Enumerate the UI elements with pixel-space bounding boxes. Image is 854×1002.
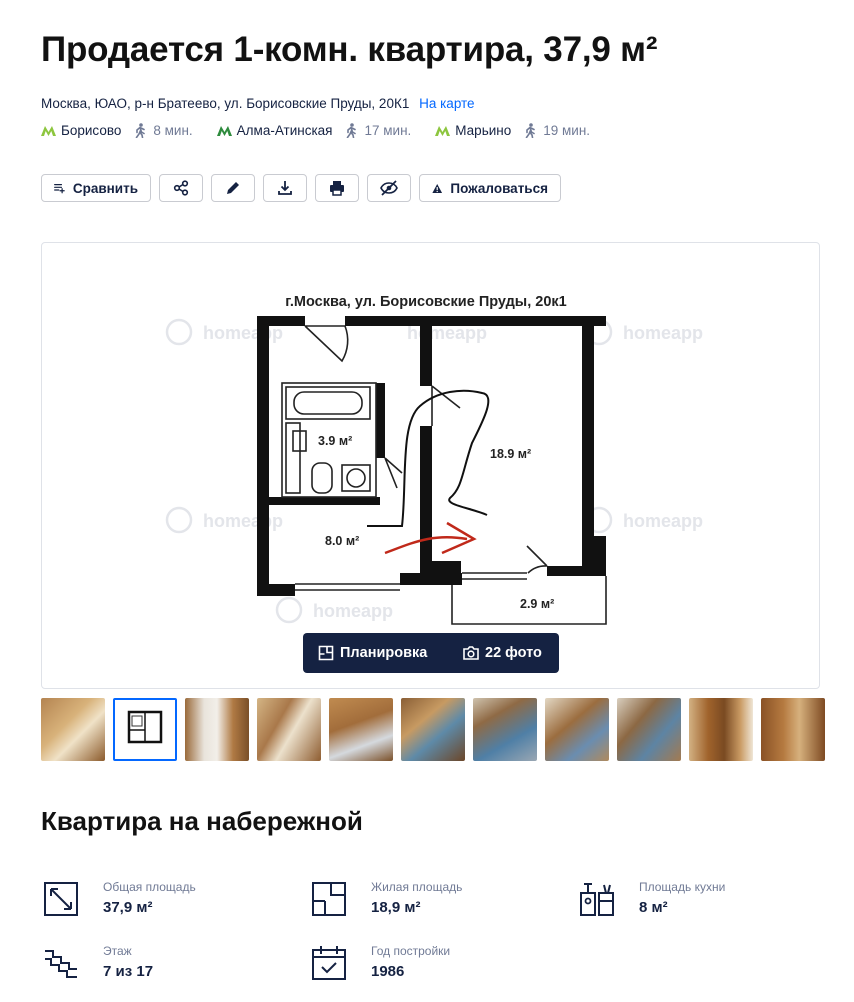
eye-off-icon bbox=[380, 180, 398, 196]
thumbnail[interactable] bbox=[257, 698, 321, 761]
edit-button[interactable] bbox=[211, 174, 255, 202]
fact-label: Общая площадь bbox=[103, 880, 196, 894]
compare-label: Сравнить bbox=[72, 180, 138, 196]
fact-kitchen-area: Площадь кухни 8 м² bbox=[579, 880, 725, 917]
room-label: 8.0 м² bbox=[325, 534, 359, 548]
thumbnail[interactable] bbox=[113, 698, 177, 761]
walk-icon bbox=[347, 123, 357, 138]
tab-plan[interactable]: Планировка bbox=[303, 633, 449, 673]
plan-icon bbox=[318, 645, 334, 661]
thumbnail[interactable] bbox=[761, 698, 825, 761]
fact-label: Жилая площадь bbox=[371, 880, 463, 894]
fact-value: 37,9 м² bbox=[103, 899, 153, 916]
fact-build-year: Год постройки 1986 bbox=[311, 944, 450, 981]
share-button[interactable] bbox=[159, 174, 203, 202]
address: Москва, ЮАО, р-н Братеево, ул. Борисовск… bbox=[41, 96, 475, 111]
map-link[interactable]: На карте bbox=[419, 96, 474, 111]
tab-photos-label: 22 фото bbox=[485, 645, 542, 661]
complain-label: Пожаловаться bbox=[450, 180, 548, 196]
metro-icon bbox=[41, 125, 56, 136]
gallery-tabs: Планировка 22 фото bbox=[303, 633, 559, 673]
action-toolbar: Сравнить Пожаловаться bbox=[41, 174, 569, 202]
download-button[interactable] bbox=[263, 174, 307, 202]
share-icon bbox=[173, 180, 189, 196]
fact-living-area: Жилая площадь 18,9 м² bbox=[311, 880, 462, 917]
watermark: homeapp bbox=[313, 601, 393, 621]
fact-floor: Этаж 7 из 17 bbox=[43, 944, 153, 981]
metro-station[interactable]: Алма-Атинская 17 мин. bbox=[216, 123, 412, 138]
page-title: Продается 1-комн. квартира, 37,9 м² bbox=[41, 30, 658, 69]
compare-button[interactable]: Сравнить bbox=[41, 174, 151, 202]
room-label: 3.9 м² bbox=[318, 434, 352, 448]
floor-plan-image: homeapp homeapp homeapp homeapp homeapp … bbox=[165, 294, 703, 625]
fact-value: 1986 bbox=[371, 963, 405, 980]
room-label: 2.9 м² bbox=[520, 597, 554, 611]
warning-icon bbox=[432, 183, 443, 193]
kitchen-icon bbox=[580, 883, 614, 916]
thumbnail[interactable] bbox=[41, 698, 105, 761]
thumbnail[interactable] bbox=[185, 698, 249, 761]
fact-value: 18,9 м² bbox=[371, 899, 421, 916]
plan-thumbnail-image bbox=[127, 710, 163, 744]
fact-label: Площадь кухни bbox=[639, 880, 726, 894]
stairs-icon bbox=[45, 950, 77, 978]
plan-caption: г.Москва, ул. Борисовские Пруды, 20к1 bbox=[285, 294, 566, 310]
fact-total-area: Общая площадь 37,9 м² bbox=[43, 880, 196, 917]
hide-button[interactable] bbox=[367, 174, 411, 202]
address-text: Москва, ЮАО, р-н Братеево, ул. Борисовск… bbox=[41, 96, 410, 111]
thumbnail[interactable] bbox=[689, 698, 753, 761]
fact-value: 7 из 17 bbox=[103, 963, 154, 980]
pencil-icon bbox=[227, 182, 239, 194]
metro-station[interactable]: Марьино 19 мин. bbox=[435, 123, 590, 138]
thumbnail[interactable] bbox=[617, 698, 681, 761]
compare-icon bbox=[54, 184, 65, 194]
floor-plan-icon bbox=[312, 882, 346, 916]
metro-name: Марьино bbox=[455, 123, 512, 138]
metro-list: Борисово 8 мин. Алма-Атинская 17 мин. Ма… bbox=[41, 123, 614, 138]
thumbnail-strip bbox=[41, 698, 833, 761]
printer-icon bbox=[330, 181, 344, 196]
watermark: homeapp bbox=[623, 323, 703, 343]
walk-time: 19 мин. bbox=[543, 123, 591, 138]
metro-icon bbox=[435, 125, 451, 136]
thumbnail[interactable] bbox=[473, 698, 537, 761]
section-title: Квартира на набережной bbox=[41, 806, 363, 836]
fact-value: 8 м² bbox=[639, 899, 668, 916]
calendar-icon bbox=[312, 946, 346, 980]
tab-plan-label: Планировка bbox=[340, 645, 428, 661]
walk-time: 17 мин. bbox=[364, 123, 412, 138]
tab-photos[interactable]: 22 фото bbox=[449, 633, 542, 673]
fact-label: Год постройки bbox=[371, 944, 451, 958]
area-icon bbox=[44, 882, 78, 916]
photo-gallery[interactable]: homeapp homeapp homeapp homeapp homeapp … bbox=[41, 242, 820, 689]
metro-station[interactable]: Борисово 8 мин. bbox=[41, 123, 193, 138]
walk-icon bbox=[136, 123, 146, 138]
camera-icon bbox=[463, 646, 479, 660]
metro-icon bbox=[216, 125, 232, 136]
watermark: homeapp bbox=[623, 511, 703, 531]
walk-icon bbox=[525, 123, 536, 138]
thumbnail[interactable] bbox=[329, 698, 393, 761]
room-label: 18.9 м² bbox=[490, 447, 531, 461]
watermark: homeapp bbox=[203, 511, 283, 531]
print-button[interactable] bbox=[315, 174, 359, 202]
complain-button[interactable]: Пожаловаться bbox=[419, 174, 561, 202]
walk-time: 8 мин. bbox=[153, 123, 193, 138]
download-icon bbox=[278, 181, 292, 195]
metro-name: Алма-Атинская bbox=[236, 123, 333, 138]
metro-name: Борисово bbox=[61, 123, 122, 138]
thumbnail[interactable] bbox=[401, 698, 465, 761]
fact-label: Этаж bbox=[103, 944, 132, 958]
thumbnail[interactable] bbox=[545, 698, 609, 761]
